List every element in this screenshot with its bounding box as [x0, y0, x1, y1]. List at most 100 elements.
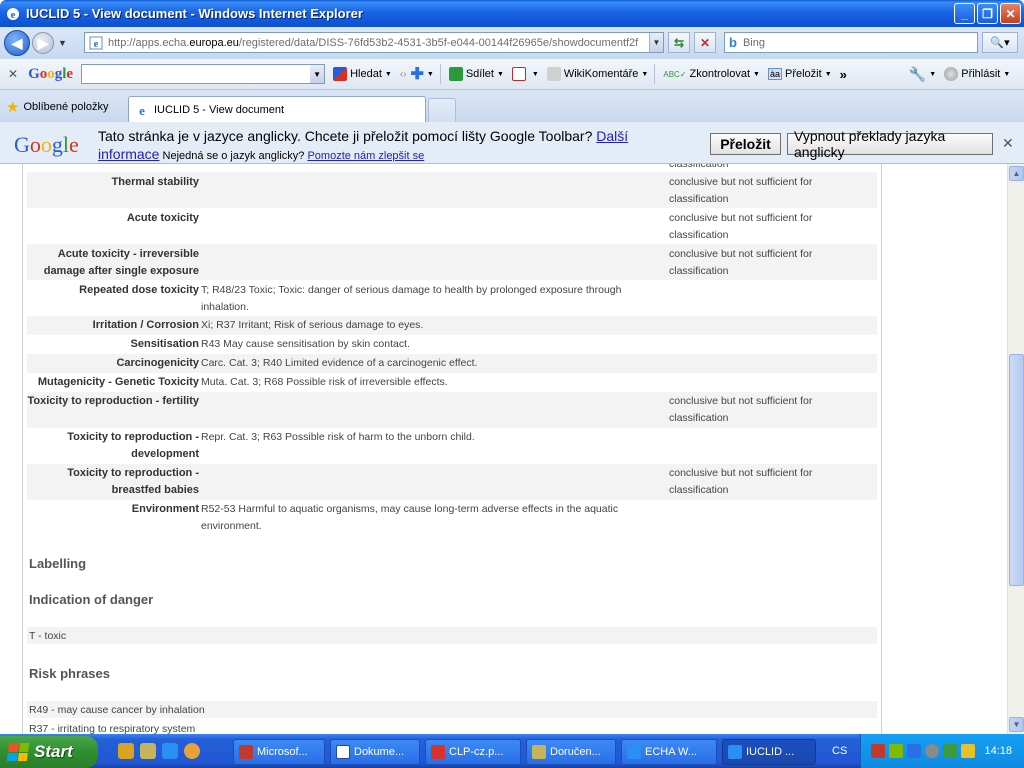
- tray-icon[interactable]: [871, 744, 885, 758]
- tray-icon[interactable]: [907, 744, 921, 758]
- forward-button[interactable]: ▶: [32, 32, 54, 54]
- mail-icon: [532, 745, 546, 759]
- url-path: /registered/data/DISS-76fd53b2-4531-3b5f…: [238, 36, 639, 49]
- url-prefix: http://apps.echa.: [108, 36, 190, 49]
- scroll-down-icon[interactable]: ▼: [1009, 717, 1024, 732]
- search-box[interactable]: b Bing: [724, 32, 978, 53]
- page-icon: e: [89, 36, 103, 50]
- spellcheck-icon: ABC✓: [663, 69, 687, 79]
- svg-text:e: e: [11, 9, 16, 21]
- prelozit-button[interactable]: àa Přeložit ▼: [767, 68, 832, 80]
- comment-icon: [546, 67, 561, 81]
- media-player-icon[interactable]: [184, 743, 200, 759]
- table-row: Toxicity to reproduction - breastfed bab…: [27, 464, 877, 500]
- scroll-up-icon[interactable]: ▲: [1009, 166, 1024, 181]
- prihlasit-button[interactable]: Přihlásit ▼: [944, 67, 1010, 81]
- vertical-scrollbar[interactable]: ▲ ▼: [1007, 164, 1024, 734]
- google-search-dropdown-icon[interactable]: ▼: [310, 65, 325, 83]
- popup-blocker-icon: [511, 67, 526, 81]
- star-icon: ★: [6, 99, 20, 116]
- sdilet-button[interactable]: Sdílet ▼: [448, 67, 504, 81]
- task-inbox[interactable]: Doručen...: [526, 739, 616, 765]
- translate-close-icon[interactable]: ✕: [1002, 135, 1014, 152]
- google-search-input[interactable]: ▼: [81, 64, 326, 84]
- turn-off-translation-button[interactable]: Vypnout překlady jazyka anglicky: [787, 128, 993, 160]
- svg-text:e: e: [139, 103, 145, 117]
- wrench-icon: 🔧: [908, 65, 927, 82]
- zkontrolovat-button[interactable]: ABC✓ Zkontrolovat ▼: [663, 68, 760, 80]
- task-word[interactable]: Microsof...: [233, 739, 325, 765]
- url-domain: europa.eu: [189, 36, 239, 49]
- hledat-button[interactable]: Hledat ▼: [333, 67, 392, 81]
- stop-button[interactable]: ✕: [694, 32, 716, 53]
- address-bar[interactable]: e http://apps.echa. europa.eu/registered/…: [84, 32, 664, 53]
- search-button[interactable]: 🔍▾: [982, 32, 1018, 53]
- list-item: [27, 627, 877, 644]
- tray-icon[interactable]: [925, 744, 939, 758]
- ie-icon[interactable]: [162, 743, 178, 759]
- add-button[interactable]: ‹› ✚ ▼: [400, 64, 434, 84]
- ie-icon: [627, 745, 641, 759]
- title-bar[interactable]: e IUCLID 5 - View document - Windows Int…: [0, 0, 1024, 27]
- task-document[interactable]: Dokume...: [330, 739, 420, 765]
- clock[interactable]: 14:18: [984, 745, 1012, 757]
- more-info-link[interactable]: Další: [596, 128, 628, 144]
- tab-row: ★ Oblíbené položky e IUCLID 5 - View docu…: [0, 90, 1024, 122]
- labelling-heading: Labelling: [29, 556, 87, 571]
- user-icon: [944, 67, 959, 81]
- task-pdf[interactable]: CLP-cz.p...: [425, 739, 521, 765]
- settings-button[interactable]: 🔧 ▼: [909, 66, 936, 83]
- share-icon: [448, 67, 463, 81]
- risk-item: R37 - irritating to respiratory system: [29, 723, 196, 734]
- wikikomentare-button[interactable]: WikiKomentáře ▼: [546, 67, 648, 81]
- back-button[interactable]: ◀: [4, 30, 30, 56]
- favorites-button[interactable]: ★ Oblíbené položky: [6, 98, 108, 116]
- tab-iuclid[interactable]: e IUCLID 5 - View document: [128, 96, 426, 122]
- quick-launch: [118, 743, 200, 759]
- table-row: Irritation / Corrosion Xi; R37 Irritant;…: [27, 316, 877, 335]
- history-dropdown-icon[interactable]: ▼: [58, 38, 67, 48]
- tray-icon[interactable]: [961, 744, 975, 758]
- task-echa[interactable]: ECHA W...: [621, 739, 717, 765]
- ie-icon: [728, 745, 742, 759]
- folder-icon[interactable]: [118, 743, 134, 759]
- compat-view-button[interactable]: ⇆: [668, 32, 690, 53]
- scroll-thumb[interactable]: [1009, 354, 1024, 586]
- new-tab-button[interactable]: [428, 98, 456, 122]
- start-button[interactable]: Start: [0, 736, 98, 768]
- page-content[interactable]: classification Thermal stability conclus…: [0, 164, 1007, 734]
- more-info-link-2[interactable]: informace: [98, 146, 159, 162]
- risk-item: R49 - may cause cancer by inhalation: [29, 704, 205, 716]
- app-icon[interactable]: [140, 743, 156, 759]
- help-improve-link[interactable]: Pomozte nám zlepšit se: [307, 150, 424, 162]
- document-frame: classification Thermal stability conclus…: [22, 164, 882, 734]
- google-search-icon: [333, 67, 348, 81]
- system-tray: 14:18: [860, 734, 1024, 768]
- search-placeholder: Bing: [742, 36, 765, 49]
- table-row: Repeated dose toxicity T; R48/23 Toxic; …: [79, 284, 622, 313]
- table-row: Mutagenicity - Genetic Toxicity Muta. Ca…: [37, 376, 448, 388]
- tray-icon[interactable]: [943, 744, 957, 758]
- google-logo: Google: [28, 65, 74, 82]
- language-indicator[interactable]: CS: [832, 745, 847, 757]
- office-icon: [239, 745, 253, 759]
- address-dropdown-icon[interactable]: ▼: [649, 33, 663, 52]
- taskbar: Start Microsof... Dokume... CLP-cz.p... …: [0, 734, 1024, 768]
- windows-logo-icon: [6, 743, 30, 761]
- svg-text:e: e: [94, 39, 99, 50]
- close-button[interactable]: ✕: [1000, 3, 1021, 24]
- maximize-button[interactable]: ❐: [977, 3, 998, 24]
- task-iuclid[interactable]: IUCLID ...: [722, 739, 816, 765]
- bing-icon: b: [729, 35, 737, 50]
- table-row: Environment R52-53 Harmful to aquatic or…: [131, 503, 619, 532]
- tray-icon[interactable]: [889, 744, 903, 758]
- table-row: Acute toxicity conclusive but not suffic…: [126, 212, 813, 241]
- minimize-button[interactable]: _: [954, 3, 975, 24]
- toolbar-close-icon[interactable]: ✕: [8, 67, 18, 81]
- popup-blocker-button[interactable]: ▼: [511, 67, 539, 81]
- table-row: Sensitisation R43 May cause sensitisatio…: [130, 338, 410, 350]
- google-toolbar: ✕ Google ▼ Hledat ▼ ‹› ✚ ▼ Sdílet ▼ ▼ WikiKo…: [0, 59, 1024, 90]
- risk-heading: Risk phrases: [29, 666, 110, 681]
- translate-button[interactable]: Přeložit: [710, 133, 781, 155]
- more-button[interactable]: »: [840, 67, 847, 82]
